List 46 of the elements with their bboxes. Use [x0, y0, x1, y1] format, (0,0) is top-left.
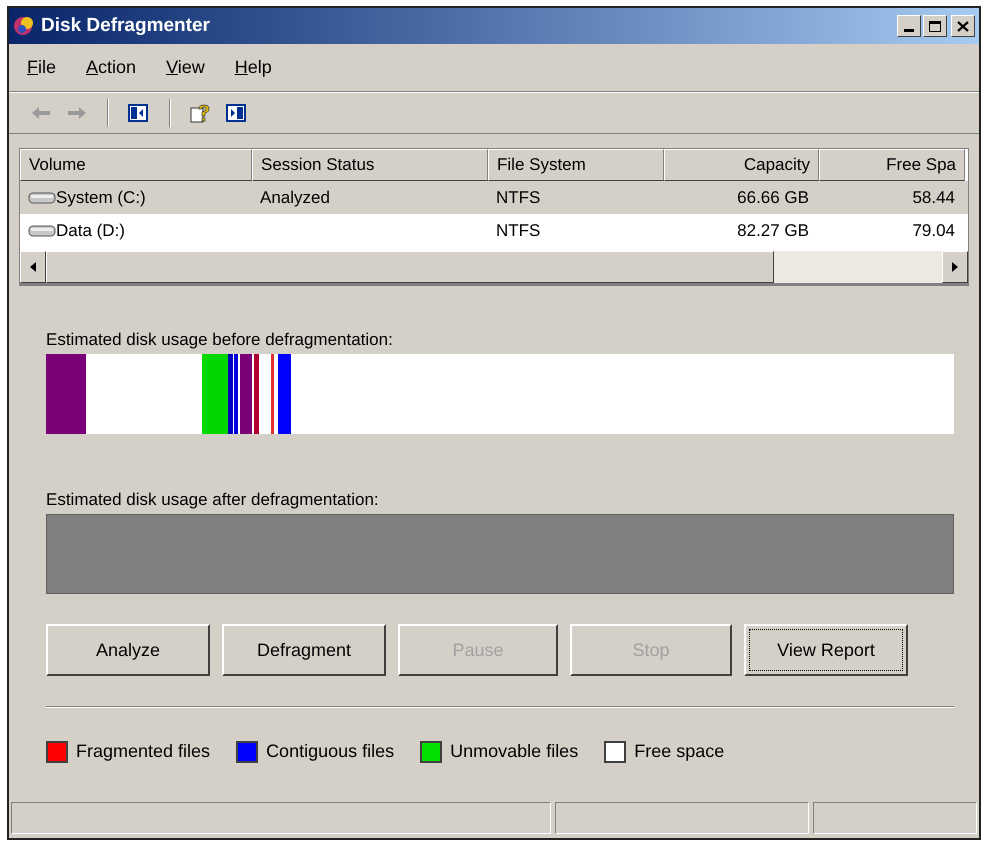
drive-icon: [28, 190, 56, 204]
column-header[interactable]: Session Status: [252, 149, 488, 181]
action-button[interactable]: View Report: [744, 624, 908, 676]
column-header[interactable]: Capacity: [664, 149, 819, 181]
legend-label: Fragmented files: [76, 740, 210, 763]
section-label: Estimated disk usage before defragmentation:: [46, 330, 394, 350]
minimize-icon: [904, 29, 914, 32]
volume-row[interactable]: System (C:) Analyzed NTFS 66.66 GB 58.44: [20, 181, 968, 214]
table-cell-text: NTFS: [496, 220, 540, 242]
split-pane-icon: [226, 104, 248, 122]
horizontal-scrollbar[interactable]: [20, 251, 968, 283]
menu-item[interactable]: Action: [86, 54, 136, 81]
maximize-button[interactable]: [923, 15, 947, 37]
menu-item[interactable]: File: [27, 54, 56, 81]
drive-icon: [28, 224, 56, 238]
legend-label: Unmovable files: [450, 740, 578, 763]
help-document-icon: [190, 104, 212, 122]
close-button[interactable]: [951, 15, 975, 37]
split-pane-icon: [128, 104, 150, 122]
table-cell-text: System (C:): [56, 186, 146, 209]
table-cell-text: 66.66 GB: [737, 186, 809, 209]
legend-label: Contiguous files: [266, 740, 394, 763]
right-arrow-icon: [952, 262, 958, 272]
column-header[interactable]: Volume: [20, 149, 252, 181]
column-header[interactable]: Free Spa: [819, 149, 965, 181]
table-cell-text: Data (D:): [56, 220, 125, 242]
left-arrow-icon: [30, 262, 36, 272]
legend-label: Free space: [634, 740, 724, 763]
table-cell-text: NTFS: [496, 186, 540, 209]
window-title: Disk Defragmenter: [41, 14, 210, 38]
scroll-right-button[interactable]: [942, 251, 968, 283]
table-cell-text: 79.04: [912, 220, 955, 242]
minimize-button[interactable]: [897, 15, 921, 37]
action-button[interactable]: Analyze: [46, 624, 210, 676]
action-button[interactable]: Defragment: [222, 624, 386, 676]
maximize-icon: [929, 20, 941, 32]
close-icon: [957, 20, 969, 32]
table-cell-text: Analyzed: [260, 186, 330, 209]
table-cell-text: 82.27 GB: [737, 220, 809, 242]
scroll-left-button[interactable]: [20, 251, 46, 283]
menu-item[interactable]: Help: [234, 54, 272, 81]
section-label: Estimated disk usage after defragmentation:: [46, 490, 380, 510]
column-header[interactable]: File System: [488, 149, 664, 181]
scroll-thumb[interactable]: [46, 251, 774, 283]
menu-item[interactable]: View: [166, 54, 205, 81]
table-cell-text: 58.44: [912, 186, 955, 209]
